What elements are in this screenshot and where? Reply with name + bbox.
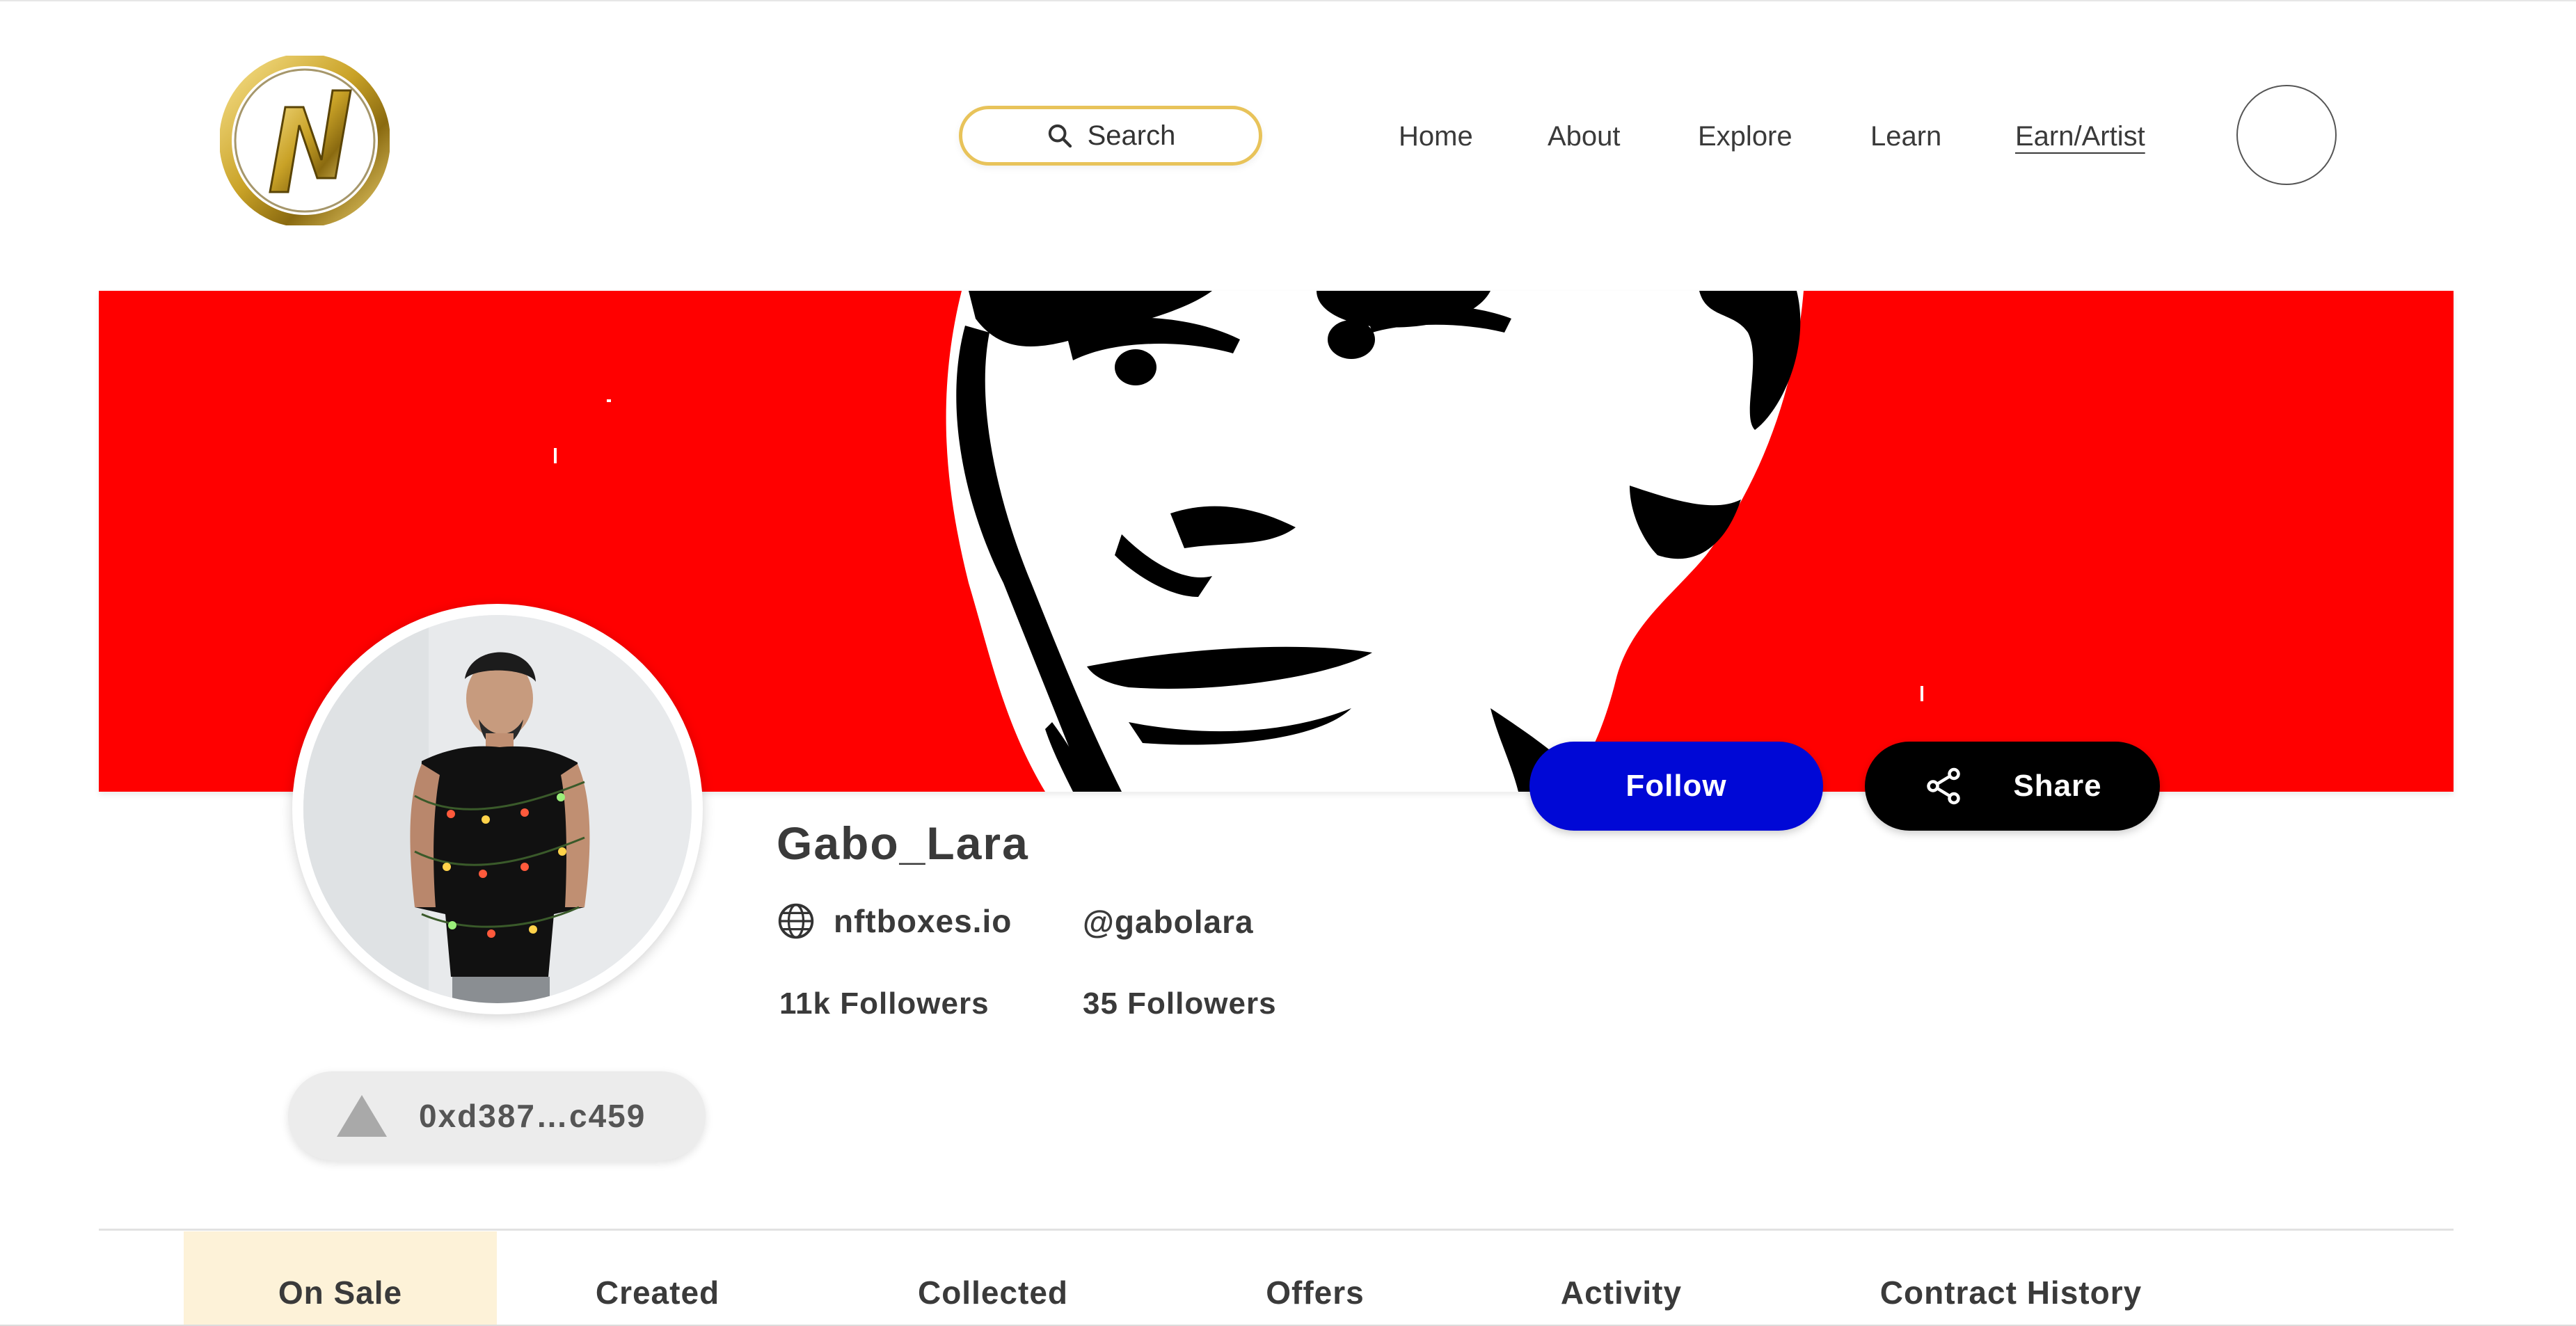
share-icon [1927,767,1961,805]
tab-created[interactable]: Created [550,1231,765,1326]
ethereum-icon [337,1095,387,1137]
logo-icon [219,54,390,227]
profile-avatar [292,604,703,1014]
share-button[interactable]: Share [1865,742,2160,831]
share-label: Share [2013,769,2102,803]
tab-offers[interactable]: Offers [1232,1231,1399,1326]
followers-count[interactable]: 11k Followers [779,986,989,1021]
tab-activity[interactable]: Activity [1517,1231,1726,1326]
wallet-address: 0xd387…c459 [419,1098,646,1134]
search-icon [1048,124,1072,148]
website-link[interactable]: nftboxes.io [777,902,1012,941]
profile-page: Search Home About Explore Learn Earn/Art… [0,0,2576,1326]
search-label: Search [1087,120,1176,151]
wallet-address-button[interactable]: 0xd387…c459 [288,1071,706,1160]
nav-learn[interactable]: Learn [1870,117,1941,156]
website-label: nftboxes.io [834,903,1012,939]
search-input[interactable]: Search [959,106,1262,166]
globe-icon [778,903,814,939]
nav-earn-artist[interactable]: Earn/Artist [2015,117,2145,156]
nft-logo[interactable] [219,54,390,227]
profile-handle[interactable]: @gabolara [1083,903,1254,941]
nav-home[interactable]: Home [1399,117,1473,156]
profile-photo-image [303,615,692,1003]
tabs-divider [99,1229,2454,1231]
tab-on-sale[interactable]: On Sale [184,1231,497,1326]
nav-about[interactable]: About [1548,117,1621,156]
user-avatar-button[interactable] [2236,85,2337,185]
following-count[interactable]: 35 Followers [1083,986,1277,1021]
profile-username: Gabo_Lara [777,817,1029,869]
tab-contract-history[interactable]: Contract History [1844,1231,2178,1326]
nav-explore[interactable]: Explore [1698,117,1792,156]
tab-collected[interactable]: Collected [884,1231,1102,1326]
follow-button[interactable]: Follow [1529,742,1823,831]
